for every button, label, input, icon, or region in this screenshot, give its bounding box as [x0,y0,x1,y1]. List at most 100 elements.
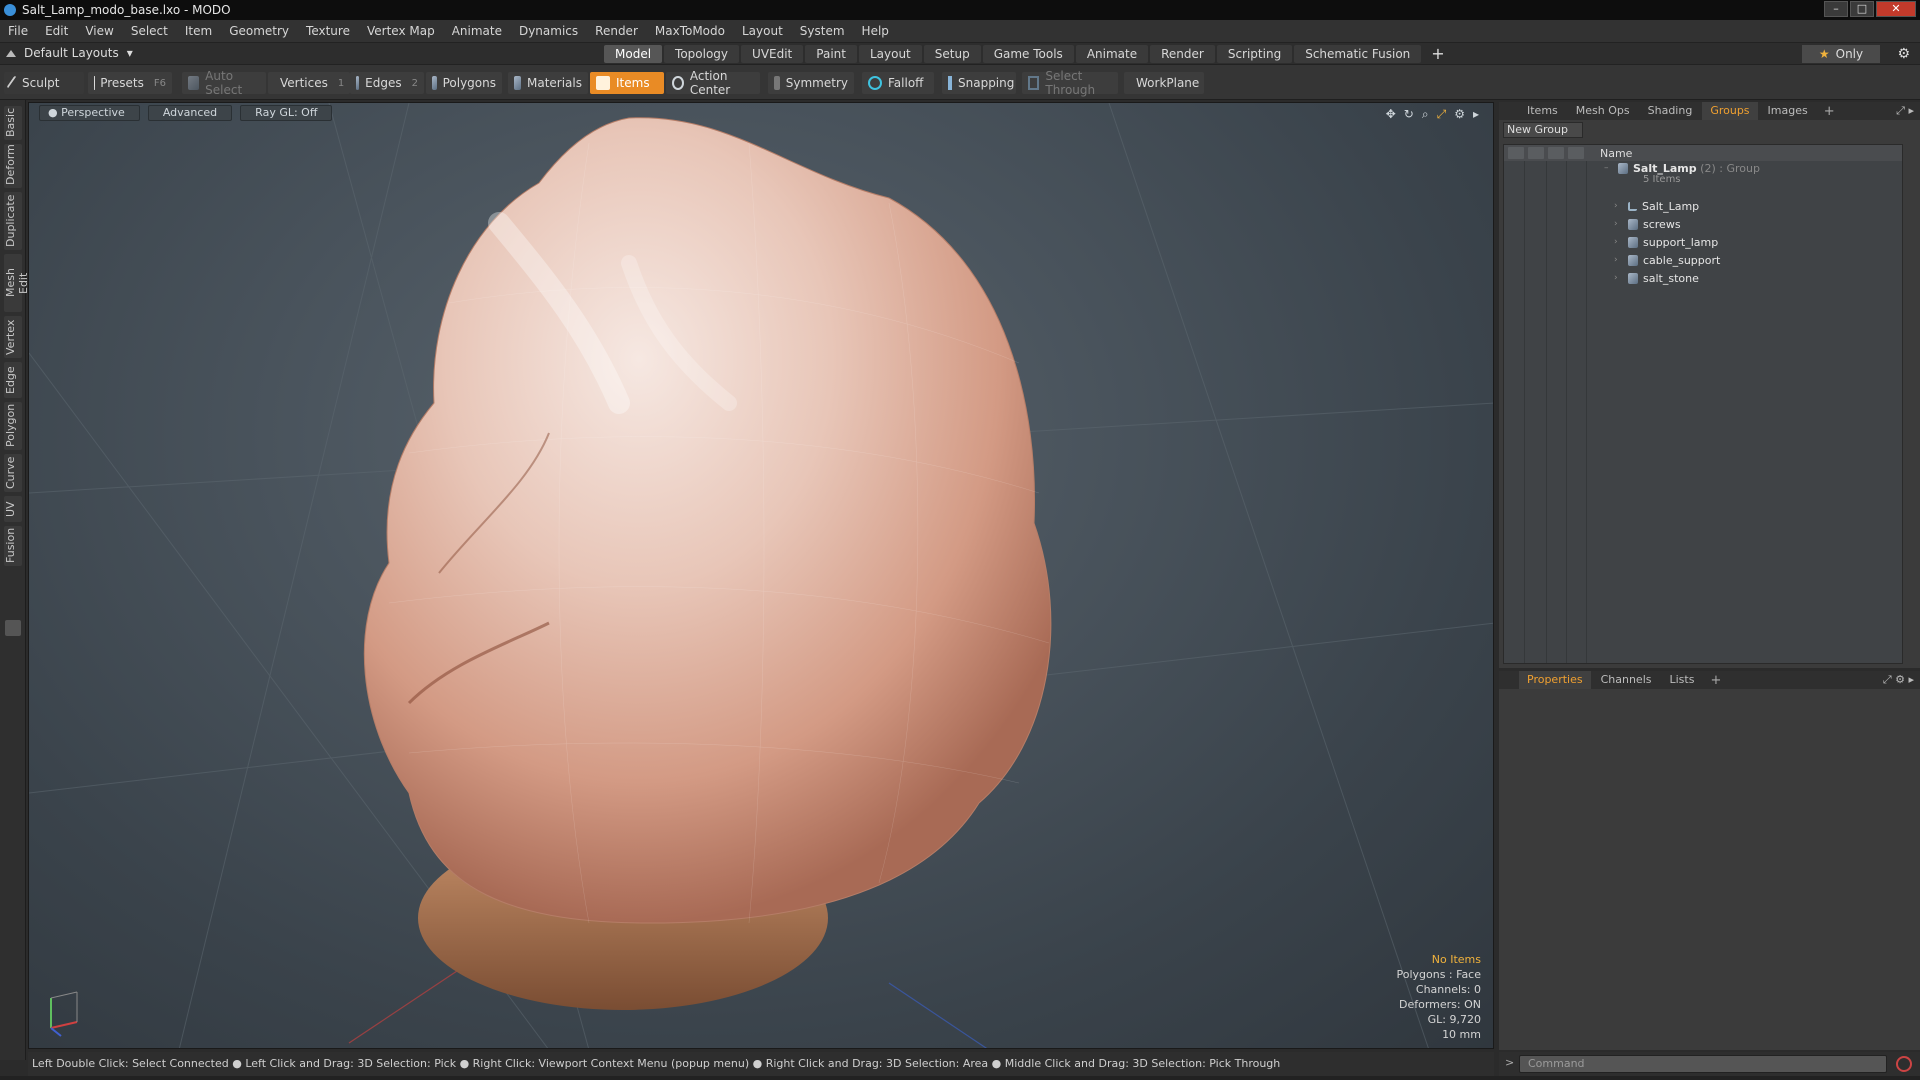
layout-selector[interactable]: Default Layouts ▾ [6,46,133,60]
add-tab-plus-icon[interactable]: + [1818,104,1841,119]
tab-topology[interactable]: Topology [664,45,740,63]
menu-file[interactable]: File [8,24,28,38]
expand-arrow-icon[interactable]: › [1614,273,1622,283]
tab-items[interactable]: Items [1519,102,1566,120]
tab-images[interactable]: Images [1760,102,1816,120]
vtab-fusion[interactable]: Fusion [4,526,22,566]
vtab-duplicate[interactable]: Duplicate [4,192,22,250]
close-button[interactable]: ✕ [1876,1,1916,17]
group-row[interactable]: – Salt_Lamp (2) : Group 5 Items [1504,163,1902,185]
list-item[interactable]: › salt_stone [1504,269,1902,287]
menu-texture[interactable]: Texture [306,24,350,38]
auto-select-button[interactable]: Auto Select [182,69,266,97]
expand-arrow-icon[interactable]: › [1614,201,1622,211]
command-history-arrow-icon[interactable]: > [1505,1056,1514,1069]
pan-icon[interactable]: ✥ [1386,107,1396,122]
action-center-button[interactable]: Action Center [666,69,760,97]
menu-view[interactable]: View [85,24,113,38]
list-item[interactable]: › screws [1504,215,1902,233]
tab-scripting[interactable]: Scripting [1216,45,1293,63]
viewport-settings-icon[interactable]: ⚙ [1454,107,1465,122]
tab-game-tools[interactable]: Game Tools [982,45,1074,63]
materials-button[interactable]: Materials [508,72,588,94]
presets-button[interactable]: Presets F6 [88,72,172,94]
collapse-arrow-icon[interactable] [6,49,16,57]
tab-animate[interactable]: Animate [1075,45,1149,63]
add-tab-plus-icon[interactable]: + [1423,45,1452,63]
menu-help[interactable]: Help [862,24,889,38]
stop-icon[interactable] [1896,1056,1912,1072]
menu-item[interactable]: Item [185,24,212,38]
menu-system[interactable]: System [800,24,845,38]
tab-properties[interactable]: Properties [1519,671,1591,689]
tab-mesh-ops[interactable]: Mesh Ops [1568,102,1638,120]
visibility-column-icon[interactable] [1508,147,1524,159]
vertices-button[interactable]: Vertices 1 [268,72,350,94]
lock-column-icon[interactable] [1548,147,1564,159]
add-tab-plus-icon[interactable]: + [1704,673,1727,688]
menu-select[interactable]: Select [131,24,168,38]
tab-lists[interactable]: Lists [1662,671,1703,689]
tab-layout[interactable]: Layout [858,45,922,63]
vtab-basic[interactable]: Basic [4,106,22,140]
menu-geometry[interactable]: Geometry [229,24,289,38]
vtab-uv[interactable]: UV [4,496,22,522]
render-column-icon[interactable] [1528,147,1544,159]
tab-groups[interactable]: Groups [1702,102,1758,120]
minimize-button[interactable]: – [1824,1,1848,17]
gear-icon[interactable]: ⚙ [1897,46,1910,62]
shading-dropdown[interactable]: Advanced [147,105,233,121]
new-group-button[interactable]: New Group [1503,122,1583,138]
only-button[interactable]: ★ Only [1802,45,1880,63]
command-input[interactable]: Command [1519,1055,1887,1073]
vtab-edge[interactable]: Edge [4,362,22,398]
vtab-vertex[interactable]: Vertex [4,316,22,358]
symmetry-button[interactable]: Symmetry [768,72,854,94]
vtab-polygon[interactable]: Polygon [4,402,22,450]
vtab-mesh-edit[interactable]: Mesh Edit [4,254,30,312]
workplane-button[interactable]: WorkPlane [1124,72,1204,94]
expand-arrow-icon[interactable]: › [1614,219,1622,229]
expand-arrow-icon[interactable]: › [1614,255,1622,265]
polygons-button[interactable]: Polygons [426,72,502,94]
tab-shading[interactable]: Shading [1640,102,1701,120]
menu-dynamics[interactable]: Dynamics [519,24,578,38]
list-item[interactable]: › cable_support [1504,251,1902,269]
toolbox-toggle[interactable] [5,620,21,636]
salt-stone-mesh[interactable] [363,117,1052,924]
tab-schematic-fusion[interactable]: Schematic Fusion [1294,45,1422,63]
snapping-button[interactable]: Snapping [942,72,1016,94]
select-through-button[interactable]: Select Through [1022,69,1118,97]
items-button[interactable]: Items [590,72,664,94]
menu-layout[interactable]: Layout [742,24,783,38]
menu-render[interactable]: Render [595,24,638,38]
sculpt-button[interactable]: Sculpt [4,72,84,94]
rotate-icon[interactable]: ↻ [1404,107,1414,122]
maximize-button[interactable]: □ [1850,1,1874,17]
zoom-icon[interactable]: ⌕ [1422,107,1429,122]
tab-setup[interactable]: Setup [923,45,981,63]
menu-maxtomodo[interactable]: MaxToModo [655,24,725,38]
menu-edit[interactable]: Edit [45,24,68,38]
panel-settings-icon[interactable]: ⤢ ⚙ ▸ [1883,673,1914,687]
tab-paint[interactable]: Paint [805,45,857,63]
raygl-dropdown[interactable]: Ray GL: Off [240,105,333,121]
list-item[interactable]: › Salt_Lamp [1504,197,1902,215]
3d-viewport[interactable]: ● Perspective Advanced Ray GL: Off ✥ ↻ ⌕… [28,102,1494,1049]
tab-render[interactable]: Render [1150,45,1215,63]
vtab-deform[interactable]: Deform [4,144,22,188]
view-mode-dropdown[interactable]: ● Perspective [39,105,140,121]
select-column-icon[interactable] [1568,147,1584,159]
list-item[interactable]: › support_lamp [1504,233,1902,251]
menu-animate[interactable]: Animate [452,24,502,38]
tab-model[interactable]: Model [604,45,663,63]
vtab-curve[interactable]: Curve [4,454,22,492]
collapse-arrow-icon[interactable]: – [1604,163,1612,173]
name-column-header[interactable]: Name [1600,147,1632,160]
expand-arrow-icon[interactable]: › [1614,237,1622,247]
tab-channels[interactable]: Channels [1593,671,1660,689]
tab-uvedit[interactable]: UVEdit [741,45,804,63]
panel-expand-icon[interactable]: ⤢ ▸ [1896,104,1914,118]
edges-button[interactable]: Edges 2 [350,72,424,94]
falloff-button[interactable]: Falloff [862,72,934,94]
